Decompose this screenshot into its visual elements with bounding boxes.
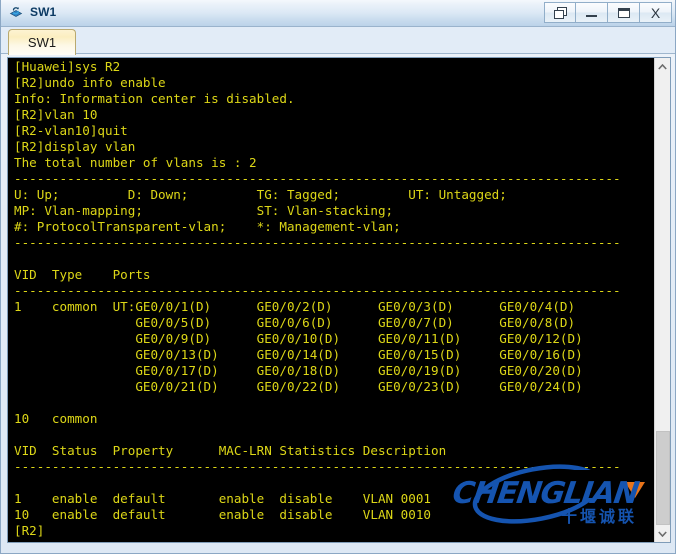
window-title: SW1 xyxy=(30,5,57,19)
scrollbar-thumb[interactable] xyxy=(656,431,670,525)
terminal-output: [Huawei]sys R2 [R2]undo info enable Info… xyxy=(14,59,621,538)
minimize-button[interactable] xyxy=(576,2,608,23)
title-bar-left-group: SW1 xyxy=(8,4,56,20)
scroll-down-button[interactable] xyxy=(655,525,670,542)
chevron-down-icon xyxy=(658,530,667,537)
scroll-up-button[interactable] xyxy=(655,58,670,75)
close-button[interactable]: X xyxy=(640,2,672,23)
restore-windows-icon xyxy=(553,6,567,19)
terminal-console[interactable]: [Huawei]sys R2 [R2]undo info enable Info… xyxy=(8,58,656,542)
terminal-panel: [Huawei]sys R2 [R2]undo info enable Info… xyxy=(7,57,671,543)
maximize-icon xyxy=(617,7,630,18)
switch-device-icon xyxy=(8,4,24,20)
scrollbar-track-above[interactable] xyxy=(655,75,670,431)
window-controls: X xyxy=(544,2,672,23)
terminal-window: SW1 X SW1 [Huawei]sys R2 [R2]undo info e… xyxy=(0,0,676,554)
tab-strip: SW1 xyxy=(1,27,675,55)
restore-button[interactable] xyxy=(544,2,576,23)
maximize-button[interactable] xyxy=(608,2,640,23)
minimize-icon xyxy=(586,15,597,17)
vertical-scrollbar[interactable] xyxy=(654,58,670,542)
title-bar: SW1 X xyxy=(1,0,675,27)
close-icon: X xyxy=(650,4,661,21)
chevron-up-icon xyxy=(658,63,667,70)
tab-sw1[interactable]: SW1 xyxy=(8,29,76,55)
tab-sw1-label: SW1 xyxy=(27,35,57,50)
